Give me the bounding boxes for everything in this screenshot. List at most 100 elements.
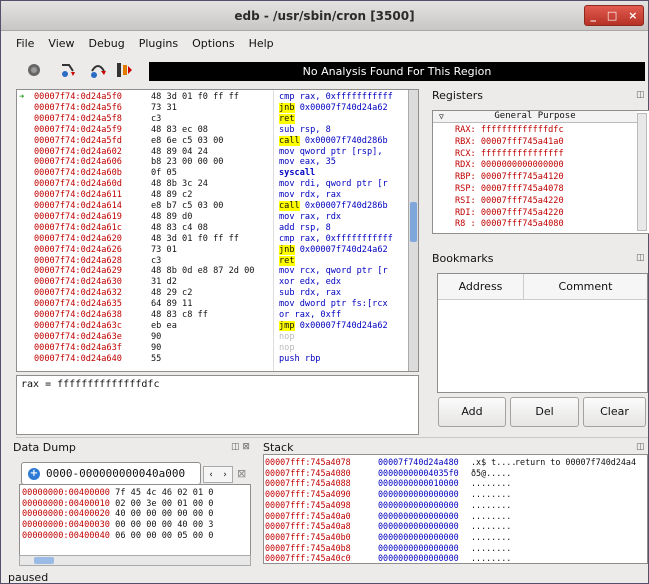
register-row[interactable]: RSP: 00007fff745a4078 bbox=[455, 184, 564, 195]
disasm-row[interactable]: 00007f74:0d24a628 c3 ret bbox=[17, 255, 407, 267]
disasm-row[interactable]: 00007f74:0d24a635 64 89 11 mov dword ptr f… bbox=[17, 299, 407, 310]
menu-help[interactable]: Help bbox=[242, 37, 281, 50]
menu-options[interactable]: Options bbox=[185, 37, 241, 50]
disasm-row[interactable]: 00007f74:0d24a606 b8 23 00 00 00 mov eax, … bbox=[17, 157, 407, 168]
register-row[interactable]: R8 : 00007fff745a4080 bbox=[455, 219, 564, 230]
disasm-row[interactable]: 00007f74:0d24a63f 90 nop bbox=[17, 343, 407, 354]
disasm-bytes: c3 bbox=[151, 113, 162, 124]
close-tab-icon[interactable]: ⊠ bbox=[237, 467, 246, 480]
close-button[interactable]: × bbox=[628, 9, 637, 22]
bookmarks-float-icon[interactable]: ◫ bbox=[636, 253, 645, 263]
bookmarks-col-comment[interactable]: Comment bbox=[523, 274, 647, 300]
collapse-icon[interactable]: ▽ bbox=[439, 111, 444, 122]
register-row[interactable]: RBX: 00007fff745a41a0 bbox=[455, 137, 564, 148]
disasm-bytes: 48 83 c8 ff bbox=[151, 310, 208, 320]
stack-ascii: ........ bbox=[471, 499, 512, 510]
step-over-button[interactable] bbox=[87, 59, 109, 81]
maximize-button[interactable]: □ bbox=[607, 9, 617, 22]
disasm-mnemonic: ret bbox=[279, 113, 295, 124]
disasm-row[interactable]: 00007f74:0d24a620 48 3d 01 f0 ff ff cmp ra… bbox=[17, 234, 407, 245]
clear-bookmarks-button[interactable]: Clear bbox=[583, 397, 646, 427]
step-into-button[interactable] bbox=[57, 59, 79, 81]
register-row[interactable]: RDI: 00007fff745a4220 bbox=[455, 208, 564, 219]
disasm-bytes: 48 8b 3c 24 bbox=[151, 179, 208, 190]
step-over-icon bbox=[91, 65, 106, 78]
bookmarks-table[interactable]: Address Comment bbox=[437, 273, 648, 393]
menu-file[interactable]: File bbox=[9, 37, 41, 50]
disasm-row[interactable]: 00007f74:0d24a629 48 8b 0d e8 87 2d 00 mov… bbox=[17, 266, 407, 277]
disasm-mnemonic: add bbox=[279, 222, 295, 233]
registers-panel[interactable]: ▽ General Purpose RAX: fffffffffffffdfc R… bbox=[432, 110, 649, 234]
disasm-address: 00007f74:0d24a5f9 bbox=[34, 124, 122, 135]
disasm-row[interactable]: 00007f74:0d24a632 48 29 c2 sub rdx, rax bbox=[17, 288, 407, 299]
disassembly-scrollbar[interactable] bbox=[408, 90, 418, 371]
disasm-row[interactable]: 00007f74:0d24a611 48 89 c2 mov rdx, rax bbox=[17, 190, 407, 201]
stack-view[interactable]: 00007fff:745a4078 00007f740d24a480 .x$ t..… bbox=[263, 454, 648, 564]
minimize-button[interactable]: _ bbox=[590, 9, 596, 22]
stack-ascii: ........ bbox=[471, 478, 512, 489]
run-button[interactable] bbox=[113, 59, 135, 81]
dump-row[interactable]: 00000000:00400020 40 00 00 00 00 00 0 bbox=[22, 509, 213, 520]
data-dump-hscrollbar[interactable] bbox=[19, 555, 251, 566]
disasm-row[interactable]: 00007f74:0d24a60b 0f 05 syscall bbox=[17, 168, 407, 179]
dump-row[interactable]: 00000000:00400030 00 00 00 00 40 00 3 bbox=[22, 520, 213, 531]
add-tab-icon[interactable]: + bbox=[28, 468, 40, 480]
register-row[interactable]: RCX: ffffffffffffffff bbox=[455, 149, 564, 160]
register-row[interactable]: RBP: 00007fff745a4120 bbox=[455, 172, 564, 183]
disasm-operands: rdx, rax bbox=[299, 288, 342, 299]
disasm-row[interactable]: 00007f74:0d24a5fd e8 6e c5 03 00 call 0x00… bbox=[17, 135, 407, 147]
disasm-operands: rax, rdx bbox=[299, 211, 342, 222]
scrollbar-thumb[interactable] bbox=[34, 557, 54, 564]
registers-scrollbar[interactable] bbox=[637, 113, 647, 231]
disasm-address: 00007f74:0d24a638 bbox=[34, 310, 122, 320]
disasm-instruction: sub rsp, 8 bbox=[279, 125, 331, 136]
disasm-row[interactable]: 00007f74:0d24a5f8 c3 ret bbox=[17, 113, 407, 125]
disasm-row[interactable]: 00007f74:0d24a61c 48 83 c4 08 add rsp, 8 bbox=[17, 223, 407, 234]
disasm-bytes: e8 b7 c5 03 00 bbox=[151, 201, 224, 211]
disasm-row[interactable]: 00007f74:0d24a5f6 73 31 jnb 0x00007f740d24… bbox=[17, 102, 407, 114]
register-row[interactable]: RSI: 00007fff745a4220 bbox=[455, 196, 564, 207]
disasm-row[interactable]: 00007f74:0d24a630 31 d2 xor edx, edx bbox=[17, 277, 407, 288]
scrollbar-thumb[interactable] bbox=[410, 202, 417, 242]
disasm-bytes: 31 d2 bbox=[151, 277, 177, 288]
stop-button[interactable] bbox=[23, 59, 45, 81]
menu-plugins[interactable]: Plugins bbox=[132, 37, 185, 50]
stack-float-icon[interactable]: ◫ bbox=[636, 442, 645, 452]
registers-float-icon[interactable]: ◫ bbox=[636, 90, 645, 100]
disassembly-view[interactable]: ➜ 00007f74:0d24a5f0 48 3d 01 f0 ff ff cmp r… bbox=[16, 89, 419, 372]
register-group-header[interactable]: ▽ General Purpose bbox=[433, 111, 637, 123]
disasm-row[interactable]: 00007f74:0d24a638 48 83 c8 ff or rax, 0xff bbox=[17, 310, 407, 321]
dump-row[interactable]: 00000000:00400000 7f 45 4c 46 02 01 0 bbox=[22, 488, 213, 499]
bookmarks-col-address[interactable]: Address bbox=[438, 274, 523, 300]
menu-view[interactable]: View bbox=[41, 37, 81, 50]
disasm-address: 00007f74:0d24a606 bbox=[34, 157, 122, 168]
data-dump-dock-icons[interactable]: ◫ ⊠ bbox=[231, 442, 250, 452]
disasm-address: 00007f74:0d24a626 bbox=[34, 244, 122, 255]
menu-debug[interactable]: Debug bbox=[82, 37, 132, 50]
tab-next-icon[interactable]: › bbox=[223, 470, 227, 480]
disasm-address: 00007f74:0d24a602 bbox=[34, 146, 122, 157]
disasm-row[interactable]: 00007f74:0d24a63c eb ea jmp 0x00007f740d24… bbox=[17, 320, 407, 332]
dump-row[interactable]: 00000000:00400040 06 00 00 00 05 00 0 bbox=[22, 531, 213, 542]
register-row[interactable]: RDX: 0000000000000000 bbox=[455, 160, 564, 171]
tab-prev-icon[interactable]: ‹ bbox=[209, 470, 213, 480]
title-bar[interactable]: edb - /usr/sbin/cron [3500] _ □ × bbox=[1, 1, 648, 31]
disasm-row[interactable]: 00007f74:0d24a619 48 89 d0 mov rax, rdx bbox=[17, 212, 407, 223]
disasm-row[interactable]: ➜ 00007f74:0d24a5f0 48 3d 01 f0 ff ff cmp r… bbox=[17, 92, 407, 103]
disasm-row[interactable]: 00007f74:0d24a60d 48 8b 3c 24 mov rdi, qwo… bbox=[17, 179, 407, 190]
main-window: edb - /usr/sbin/cron [3500] _ □ × File V… bbox=[0, 0, 649, 584]
data-dump-view[interactable]: 00000000:00400000 7f 45 4c 46 02 01 0 000… bbox=[19, 484, 251, 556]
stack-address: 00007fff:745a4098 bbox=[265, 499, 351, 510]
disasm-row[interactable]: 00007f74:0d24a614 e8 b7 c5 03 00 call 0x00… bbox=[17, 201, 407, 212]
disasm-row[interactable]: 00007f74:0d24a602 48 89 04 24 mov qword pt… bbox=[17, 147, 407, 158]
data-dump-tab[interactable]: + 0000-000000000040a000 bbox=[21, 462, 201, 485]
disasm-row[interactable]: 00007f74:0d24a5f9 48 83 ec 08 sub rsp, 8 bbox=[17, 125, 407, 136]
disasm-bytes: eb ea bbox=[151, 320, 177, 331]
dump-row[interactable]: 00000000:00400010 02 00 3e 00 01 00 0 bbox=[22, 499, 213, 510]
disasm-row[interactable]: 00007f74:0d24a640 55 push rbp bbox=[17, 354, 407, 365]
register-row[interactable]: RAX: fffffffffffffdfc bbox=[455, 125, 564, 136]
delete-bookmark-button[interactable]: Del bbox=[510, 397, 579, 427]
add-bookmark-button[interactable]: Add bbox=[438, 397, 506, 427]
disasm-row[interactable]: 00007f74:0d24a63e 90 nop bbox=[17, 332, 407, 343]
disasm-row[interactable]: 00007f74:0d24a626 73 01 jnb 0x00007f740d24… bbox=[17, 244, 407, 256]
